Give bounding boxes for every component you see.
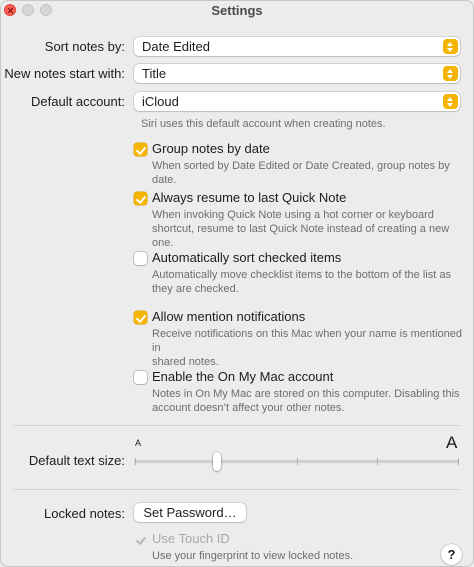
popup-chevron-icon [443, 94, 458, 109]
option-label: Enable the On My Mac account [152, 369, 334, 384]
option-description-line: When sorted by Date Edited or Date Creat… [152, 160, 450, 186]
option-description: Automatically move checklist items to th… [152, 268, 462, 296]
section-divider [13, 489, 461, 490]
settings-window: Settings Sort notes by: Date Edited New … [0, 0, 474, 567]
option-description: Notes in On My Mac are stored on this co… [152, 387, 462, 415]
new-notes-value: Title [142, 66, 167, 81]
checkbox-resume-quick-note[interactable] [134, 192, 147, 205]
checkbox-group-by-date[interactable] [134, 143, 147, 156]
option-description-line: Automatically move checklist items to th… [152, 269, 451, 281]
option-label: Always resume to last Quick Note [152, 190, 347, 205]
help-button[interactable]: ? [441, 544, 462, 565]
option-description: Receive notifications on this Mac when y… [152, 327, 462, 369]
option-label: Allow mention notifications [152, 309, 306, 324]
text-size-label: Default text size: [28, 453, 125, 468]
popup-chevron-icon [443, 39, 458, 54]
option-label: Automatically sort checked items [152, 250, 342, 265]
option-description-line: Notes in On My Mac are stored on this co… [152, 388, 460, 400]
sort-notes-label: Sort notes by: [44, 39, 125, 54]
window-title: Settings [211, 3, 263, 18]
option-description-line: Receive notifications on this Mac when y… [152, 328, 462, 354]
slider-tick [297, 458, 298, 465]
sort-notes-value: Date Edited [142, 39, 210, 54]
option-description: When invoking Quick Note using a hot cor… [152, 208, 462, 250]
default-account-help: Siri uses this default account when crea… [141, 118, 386, 130]
slider-tick [377, 458, 378, 465]
text-size-slider-knob[interactable] [213, 452, 221, 471]
checkbox-auto-sort-checked[interactable] [134, 252, 147, 265]
default-account-popup[interactable]: iCloud [134, 92, 460, 111]
checkbox-on-my-mac[interactable] [134, 371, 147, 384]
default-account-label: Default account: [31, 94, 125, 109]
slider-tick [458, 458, 459, 465]
set-password-button[interactable]: Set Password… [134, 503, 246, 522]
large-text-glyph: A [446, 433, 458, 452]
title-bar: Settings [1, 1, 473, 21]
section-divider [13, 425, 461, 426]
default-account-value: iCloud [142, 94, 179, 109]
new-notes-popup[interactable]: Title [134, 64, 460, 83]
option-description-line: shared notes. [152, 356, 219, 368]
checkbox-mention-notifications[interactable] [134, 311, 147, 324]
touch-id-description: Use your fingerprint to view locked note… [152, 550, 354, 562]
popup-chevron-icon [443, 66, 458, 81]
new-notes-label: New notes start with: [4, 66, 125, 81]
locked-notes-label: Locked notes: [44, 506, 125, 521]
option-description-line: When invoking Quick Note using a hot cor… [152, 209, 434, 221]
option-description-line: account doesn’t affect your other notes. [152, 402, 345, 414]
option-label: Group notes by date [152, 141, 270, 156]
checkbox-touch-id [134, 533, 147, 546]
touch-id-label: Use Touch ID [152, 531, 230, 546]
option-description: When sorted by Date Edited or Date Creat… [152, 159, 462, 187]
option-description-line: they are checked. [152, 283, 239, 295]
slider-tick [135, 458, 136, 465]
sort-notes-popup[interactable]: Date Edited [134, 37, 460, 56]
small-text-glyph: A [135, 438, 142, 448]
option-description-line: shortcut, resume to last Quick Note inst… [152, 223, 450, 249]
